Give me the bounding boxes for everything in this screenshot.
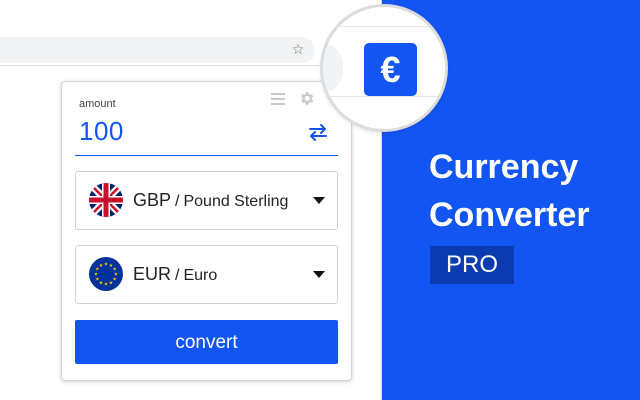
chevron-down-icon[interactable]	[313, 197, 325, 204]
to-currency-select[interactable]: EUR / Euro	[75, 245, 338, 304]
uk-flag-icon	[89, 183, 123, 217]
to-currency-code: EUR	[133, 264, 172, 284]
from-currency-label: GBP / Pound Sterling	[133, 172, 288, 229]
eu-flag-icon	[89, 257, 123, 291]
from-currency-select[interactable]: GBP / Pound Sterling	[75, 171, 338, 230]
amount-underline	[75, 155, 338, 156]
to-currency-separator: /	[175, 267, 180, 284]
magnifier-callout: €	[323, 7, 445, 129]
promo-title-line1: Currency	[429, 148, 579, 186]
amount-input[interactable]: 100	[79, 116, 124, 147]
euro-extension-icon[interactable]: €	[364, 43, 417, 96]
pro-badge: PRO	[430, 246, 514, 284]
swap-icon[interactable]	[306, 121, 330, 143]
from-currency-name: Pound Sterling	[183, 193, 289, 210]
converter-popup: amount 100 GBP / Pound Sterling EUR / Eu…	[61, 81, 352, 381]
gear-icon[interactable]	[298, 90, 315, 107]
to-currency-label: EUR / Euro	[133, 246, 217, 303]
promo-title-line2: Converter	[429, 196, 590, 234]
magnifier-toolbar-edge	[323, 26, 445, 27]
amount-label: amount	[79, 98, 116, 110]
from-currency-code: GBP	[133, 190, 172, 210]
magnifier-address-bar	[323, 44, 343, 92]
star-icon[interactable]: ☆	[290, 41, 306, 57]
promo-title: Currency Converter	[429, 143, 634, 239]
convert-button[interactable]: convert	[75, 320, 338, 364]
to-currency-name: Euro	[183, 267, 218, 284]
menu-icon[interactable]	[270, 92, 286, 106]
chevron-down-icon[interactable]	[313, 271, 325, 278]
magnifier-divider	[323, 96, 445, 97]
from-currency-separator: /	[175, 193, 180, 210]
address-bar[interactable]	[0, 37, 315, 63]
